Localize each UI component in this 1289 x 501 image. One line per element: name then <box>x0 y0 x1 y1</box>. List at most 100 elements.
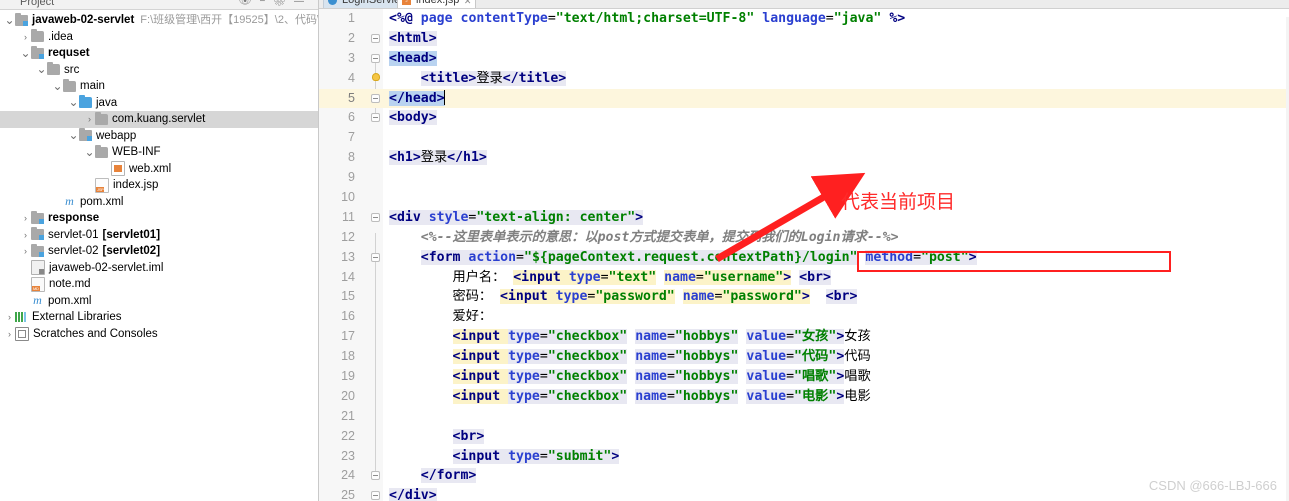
code-line-12[interactable]: 12 <%--这里表单表示的意思：以post方式提交表单，提交到我们的Login… <box>319 228 1289 248</box>
chevron-down-icon[interactable]: ⌄ <box>20 47 31 59</box>
fold-toggle-icon[interactable] <box>371 113 380 123</box>
tree-item-label: Scratches and Consoles <box>33 327 158 340</box>
fold-toggle-icon[interactable] <box>371 93 380 103</box>
chevron-down-icon[interactable]: ⌄ <box>52 80 63 92</box>
line-number: 20 <box>341 388 355 403</box>
tree-item-web-xml[interactable]: web.xml <box>0 161 318 178</box>
tree-item-javaweb-02-servlet[interactable]: ⌄ javaweb-02-servlet F:\班级管理\西开【19525】\2、代… <box>0 12 318 29</box>
chevron-right-icon[interactable]: › <box>4 309 15 325</box>
tree-item-label: src <box>64 63 80 76</box>
no-chevron-spacer <box>20 260 31 276</box>
tree-item-web-inf[interactable]: ⌄ WEB-INF <box>0 144 318 161</box>
code-line-1[interactable]: 1 <%@ page contentType="text/html;charset… <box>319 9 1289 29</box>
tree-item-label: WEB-INF <box>112 146 161 158</box>
module-icon <box>79 128 92 142</box>
code-line-8[interactable]: 8 <h1>登录</h1> <box>319 148 1289 168</box>
chevron-down-icon[interactable]: ⌄ <box>4 14 15 26</box>
code-text: </div> <box>389 486 437 501</box>
code-line-2[interactable]: 2 <html> <box>319 29 1289 49</box>
tree-item-servlet-02[interactable]: › servlet-02 [servlet02] <box>0 243 318 260</box>
chevron-right-icon[interactable]: › <box>20 227 31 243</box>
tree-item-index-jsp[interactable]: index.jsp <box>0 177 318 194</box>
code-line-6[interactable]: 6 <body> <box>319 108 1289 128</box>
fold-toggle-icon[interactable] <box>371 33 380 43</box>
tree-item-module-suffix: [servlet02] <box>102 245 161 257</box>
tree-item-label: note.md <box>49 278 91 290</box>
fold-toggle-icon[interactable] <box>371 53 380 63</box>
code-line-9[interactable]: 9 <box>319 168 1289 188</box>
chevron-right-icon[interactable]: › <box>84 111 95 127</box>
no-chevron-spacer <box>52 194 63 210</box>
line-number: 11 <box>342 209 355 224</box>
code-line-4[interactable]: 4 <title>登录</title> <box>319 69 1289 89</box>
code-line-21[interactable]: 21 <box>319 407 1289 427</box>
code-line-3[interactable]: 3 <head> <box>319 49 1289 69</box>
code-line-10[interactable]: 10 <box>319 188 1289 208</box>
tree-item-javaweb-02-servlet-iml[interactable]: javaweb-02-servlet.iml <box>0 260 318 277</box>
tree-item--idea[interactable]: › .idea <box>0 29 318 46</box>
code-line-23[interactable]: 23 <input type="submit"> <box>319 447 1289 467</box>
chevron-right-icon[interactable]: › <box>20 243 31 259</box>
scratches-icon <box>15 326 29 341</box>
tree-item-label: response <box>48 212 100 224</box>
code-line-24[interactable]: 24 </form> <box>319 466 1289 486</box>
java-class-icon <box>328 0 337 5</box>
tab-index-jsp[interactable]: J index.jsp ✕ <box>397 0 477 8</box>
fold-toggle-icon[interactable] <box>371 252 380 262</box>
fold-toggle-icon[interactable] <box>371 471 380 481</box>
tree-item-requset[interactable]: ⌄ requset <box>0 45 318 62</box>
chevron-right-icon[interactable]: › <box>20 29 31 45</box>
no-chevron-spacer <box>20 276 31 292</box>
line-number: 17 <box>341 329 355 344</box>
code-text: <title>登录</title> <box>420 70 567 86</box>
tree-item-label: External Libraries <box>32 311 122 323</box>
chevron-right-icon[interactable]: › <box>4 326 15 342</box>
code-line-5[interactable]: 5 </head> <box>319 88 1289 109</box>
code-line-25[interactable]: 25 </div> <box>319 486 1289 501</box>
chevron-down-icon[interactable]: ⌄ <box>36 63 47 75</box>
code-line-19[interactable]: 19 <input type="checkbox" name="hobbys" … <box>319 367 1289 387</box>
tree-item-pom-xml[interactable]: m pom.xml <box>0 293 318 310</box>
xml-file-icon <box>111 161 125 177</box>
intention-bulb-icon[interactable] <box>372 72 380 81</box>
code-line-22[interactable]: 22 <br> <box>319 427 1289 447</box>
folder-icon <box>47 62 60 76</box>
line-number: 12 <box>341 229 355 244</box>
code-line-15[interactable]: 15 密码： <input type="password" name="pass… <box>319 287 1289 307</box>
iml-file-icon <box>31 260 45 276</box>
line-number: 22 <box>341 428 355 443</box>
folder-icon <box>63 78 76 92</box>
tree-item-servlet-01[interactable]: › servlet-01 [servlet01] <box>0 227 318 244</box>
code-line-11[interactable]: 11 <div style="text-align: center"> <box>319 208 1289 228</box>
tree-item-external-libraries[interactable]: › External Libraries <box>0 309 318 326</box>
chevron-down-icon[interactable]: ⌄ <box>68 129 79 141</box>
tree-item-pom-xml[interactable]: m pom.xml <box>0 194 318 211</box>
tree-item-scratches-and-consoles[interactable]: › Scratches and Consoles <box>0 326 318 343</box>
tree-item-note-md[interactable]: note.md <box>0 276 318 293</box>
code-editor[interactable]: 1 <%@ page contentType="text/html;charset… <box>319 9 1289 501</box>
tree-item-response[interactable]: › response <box>0 210 318 227</box>
code-line-18[interactable]: 18 <input type="checkbox" name="hobbys" … <box>319 347 1289 367</box>
close-icon[interactable]: ✕ <box>464 0 472 8</box>
chevron-down-icon[interactable]: ⌄ <box>68 96 79 108</box>
tree-item-com-kuang-servlet[interactable]: › com.kuang.servlet <box>0 111 318 128</box>
tree-item-java[interactable]: ⌄ java <box>0 95 318 112</box>
code-line-16[interactable]: 16 爱好： <box>319 307 1289 327</box>
code-text: <input type="checkbox" name="hobbys" val… <box>452 329 871 345</box>
module-icon <box>31 45 44 59</box>
chevron-down-icon[interactable]: ⌄ <box>84 146 95 158</box>
line-number: 16 <box>341 309 355 324</box>
fold-toggle-icon[interactable] <box>371 491 380 501</box>
tree-item-label: web.xml <box>129 162 172 175</box>
chevron-right-icon[interactable]: › <box>20 210 31 226</box>
project-panel-actions[interactable]: 👁−⚙— <box>239 0 312 7</box>
tree-item-webapp[interactable]: ⌄ webapp <box>0 128 318 145</box>
tree-item-main[interactable]: ⌄ main <box>0 78 318 95</box>
code-line-7[interactable]: 7 <box>319 128 1289 148</box>
project-tree[interactable]: ⌄ javaweb-02-servlet F:\班级管理\西开【19525】\2、代… <box>0 10 318 342</box>
code-line-20[interactable]: 20 <input type="checkbox" name="hobbys" … <box>319 387 1289 407</box>
tree-item-src[interactable]: ⌄ src <box>0 62 318 79</box>
code-line-17[interactable]: 17 <input type="checkbox" name="hobbys" … <box>319 327 1289 347</box>
fold-toggle-icon[interactable] <box>371 212 380 222</box>
code-text: <html> <box>389 30 437 46</box>
